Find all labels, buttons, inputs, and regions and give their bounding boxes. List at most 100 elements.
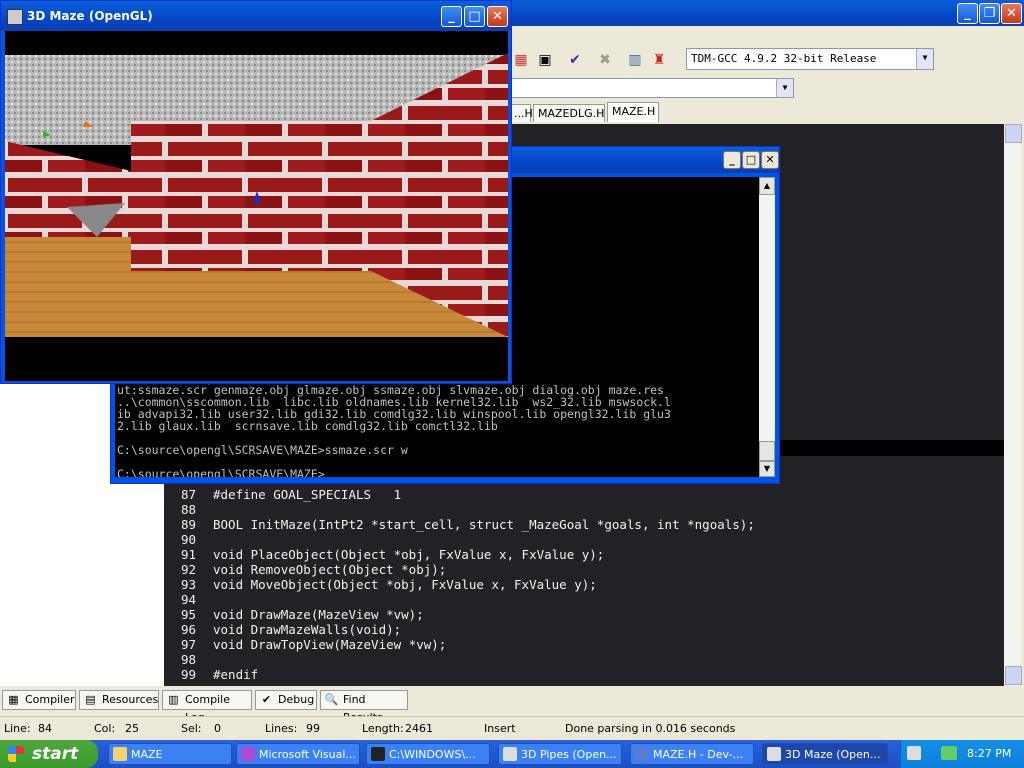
tab-compiler[interactable]: ▦ Compiler	[2, 690, 76, 710]
debug-icon: ✔	[261, 693, 272, 706]
function-select[interactable]: ▼	[510, 78, 794, 98]
console-scrollbar[interactable]: ▲ ▼	[759, 177, 775, 477]
tab-resources[interactable]: ▤ Resources	[79, 690, 159, 710]
status-sel-label: Sel:	[181, 722, 202, 735]
minimize-icon[interactable]: _	[441, 6, 462, 27]
maze-scene	[5, 31, 508, 381]
chevron-down-icon[interactable]: ▼	[916, 49, 933, 69]
maze-titlebar[interactable]: 3D Maze (OpenGL) _ □ ✕	[1, 1, 511, 31]
code-line[interactable]: BOOL InitMaze(IntPt2 *start_cell, struct…	[213, 517, 755, 532]
status-line: 84	[38, 722, 52, 735]
restore-icon[interactable]: ❐	[979, 3, 1000, 24]
line-number: 92	[180, 562, 196, 577]
bottom-panel-tabs: ▦Compiler ▤Resources ▥Compile Log ✔Debug…	[0, 688, 1024, 724]
check-icon[interactable]: ✔	[566, 51, 584, 69]
start-button[interactable]: start	[0, 740, 98, 768]
windows-logo-icon	[8, 746, 24, 762]
folder-icon	[113, 747, 127, 761]
scroll-up-icon[interactable]: ▲	[759, 177, 775, 195]
close-icon[interactable]: ✕	[761, 151, 779, 169]
status-lines: 99	[306, 722, 320, 735]
app-icon	[7, 9, 23, 25]
tab-mazedlg-h[interactable]: MAZEDLG.H	[533, 104, 605, 122]
clock: 8:27 PM	[967, 747, 1012, 760]
line-gutter: 87 88 89 90 91 92 93 94 95 96 97 98 99	[164, 458, 204, 686]
compiler-icon: ▦	[8, 693, 19, 706]
network-icon[interactable]	[941, 746, 957, 760]
line-number: 97	[180, 637, 196, 652]
status-length-label: Length:	[362, 722, 404, 735]
task-visual[interactable]: Microsoft Visual...	[236, 743, 360, 765]
task-cmd[interactable]: C:\WINDOWS\...	[366, 743, 490, 765]
code-line[interactable]: #define GOAL_SPECIALS 1	[213, 487, 401, 502]
tile-icon[interactable]: ▦	[512, 51, 530, 69]
code-line[interactable]: void MoveObject(Object *obj, FxValue x, …	[213, 577, 597, 592]
console-line: C:\source\opengl\SCRSAVE\MAZE>ssmaze.scr…	[117, 443, 408, 457]
scroll-down-icon[interactable]	[1005, 666, 1022, 685]
line-number: 91	[180, 547, 196, 562]
line-number: 98	[180, 652, 196, 667]
maze-window[interactable]: 3D Maze (OpenGL) _ □ ✕	[0, 0, 512, 384]
task-devcpp[interactable]: MAZE.H - Dev-...	[630, 743, 754, 765]
keyboard-icon[interactable]	[907, 746, 921, 760]
code-line[interactable]: void DrawTopView(MazeView *vw);	[213, 637, 446, 652]
code-line[interactable]: void RemoveObject(Object *obj);	[213, 562, 446, 577]
scroll-down-icon[interactable]: ▼	[759, 461, 775, 477]
line-number: 90	[180, 532, 196, 547]
maximize-icon[interactable]: □	[464, 6, 485, 27]
scroll-up-icon[interactable]	[1005, 124, 1022, 143]
app-icon	[767, 747, 781, 761]
line-number: 94	[180, 592, 196, 607]
close-icon[interactable]: ✕	[487, 6, 508, 27]
task-3d-maze[interactable]: 3D Maze (Open...	[762, 743, 888, 765]
console-icon	[371, 747, 385, 761]
line-number: 93	[180, 577, 196, 592]
delete-icon[interactable]: ✖	[596, 51, 614, 69]
tab-maze-h[interactable]: MAZE.H	[607, 102, 659, 122]
status-mode: Insert	[484, 722, 516, 735]
code-line[interactable]: void PlaceObject(Object *obj, FxValue x,…	[213, 547, 604, 562]
task-maze[interactable]: MAZE	[108, 743, 232, 765]
compiler-select[interactable]: TDM-GCC 4.9.2 32-bit Release ▼	[686, 48, 934, 70]
tab-compile-log[interactable]: ▥Compile Log	[162, 690, 252, 724]
status-lines-label: Lines:	[265, 722, 298, 735]
resources-icon: ▤	[85, 693, 96, 706]
code-line[interactable]: void DrawMaze(MazeView *vw);	[213, 607, 424, 622]
code-line[interactable]: #endif	[213, 667, 258, 682]
line-number: 88	[180, 502, 196, 517]
tab-debug[interactable]: ✔ Debug	[255, 690, 317, 710]
status-message: Done parsing in 0.016 seconds	[565, 722, 736, 735]
status-bar: Line: 84 Col: 25 Sel: 0 Lines: 99 Length…	[0, 716, 1024, 741]
status-col: 25	[125, 722, 139, 735]
maze-window-title: 3D Maze (OpenGL)	[27, 9, 153, 23]
line-number: 89	[180, 517, 196, 532]
scroll-thumb[interactable]	[759, 441, 775, 461]
maximize-icon[interactable]: □	[742, 151, 760, 169]
toolbar: ▦ ▣ ✔ ✖ ▥ ♜ TDM-GCC 4.9.2 32-bit Release…	[510, 46, 1024, 74]
close-icon[interactable]: ✕	[1001, 3, 1022, 24]
tab-prev-file[interactable]: ...H	[509, 104, 533, 122]
line-number: 99	[180, 667, 196, 682]
minimize-icon[interactable]: _	[957, 3, 978, 24]
task-3d-pipes[interactable]: 3D Pipes (Open...	[498, 743, 622, 765]
chevron-down-icon[interactable]: ▼	[776, 79, 793, 97]
profile-icon[interactable]: ♜	[650, 51, 668, 69]
editor-scrollbar[interactable]	[1004, 124, 1022, 686]
status-sel: 0	[214, 722, 221, 735]
maze-3d-viewport[interactable]	[5, 31, 508, 381]
app-icon	[503, 747, 517, 761]
status-col-label: Col:	[94, 722, 116, 735]
compiler-select-value: TDM-GCC 4.9.2 32-bit Release	[691, 52, 877, 65]
find-icon: 🔍	[324, 693, 339, 706]
tab-find-results[interactable]: 🔍Find Results	[320, 690, 408, 724]
code-line[interactable]: void DrawMazeWalls(void);	[213, 622, 401, 637]
system-tray: 8:27 PM	[900, 740, 1024, 768]
devcpp-icon	[635, 747, 649, 761]
minimize-icon[interactable]: _	[723, 151, 741, 169]
status-length: 2461	[405, 722, 433, 735]
log-icon: ▥	[168, 693, 179, 706]
grid-icon[interactable]: ▣	[536, 51, 554, 69]
chart-icon[interactable]: ▥	[626, 51, 644, 69]
console-line: C:\source\opengl\SCRSAVE\MAZE>	[117, 467, 325, 477]
line-number: 95	[180, 607, 196, 622]
